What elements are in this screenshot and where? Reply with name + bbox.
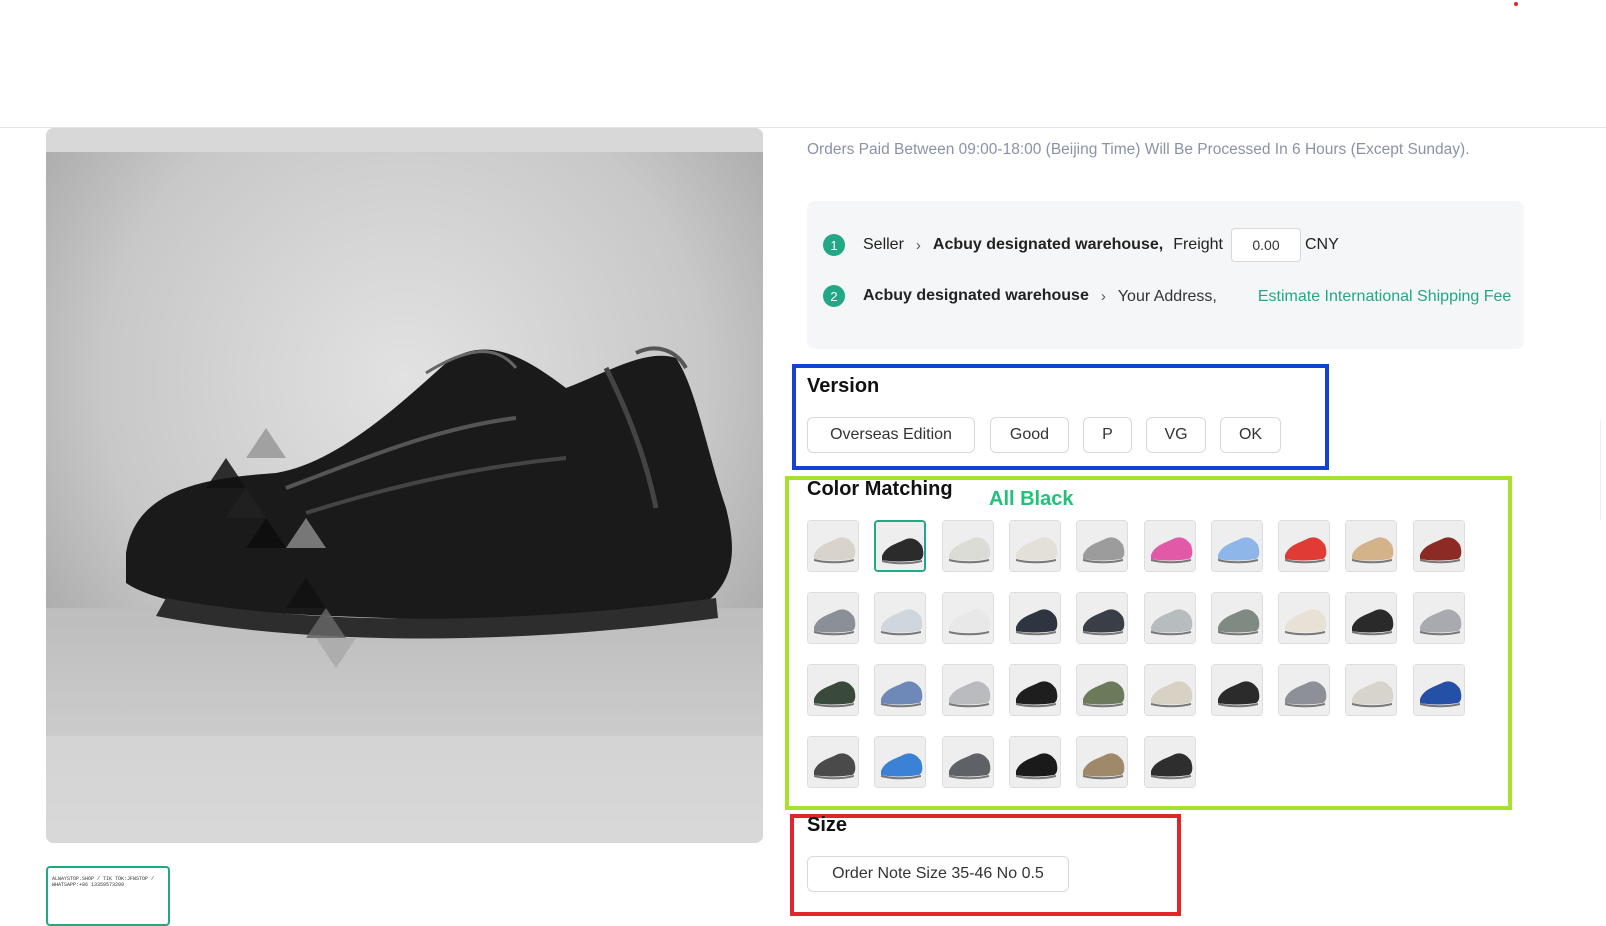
color-swatch[interactable] — [1210, 664, 1263, 716]
top-navigation-bar — [0, 0, 1606, 128]
version-option-vg[interactable]: VG — [1146, 417, 1206, 453]
warehouse-label-2: Acbuy designated warehouse — [863, 287, 1089, 304]
color-swatch[interactable] — [1008, 520, 1061, 572]
color-swatch[interactable] — [1345, 520, 1398, 572]
color-swatch[interactable] — [874, 520, 927, 572]
color-swatch[interactable] — [1210, 592, 1263, 644]
color-swatch[interactable] — [1076, 520, 1129, 572]
color-swatch[interactable] — [874, 736, 927, 788]
processing-notice: Orders Paid Between 09:00-18:00 (Beijing… — [807, 141, 1470, 158]
color-swatch[interactable] — [1143, 520, 1196, 572]
color-swatch[interactable] — [807, 736, 859, 788]
shoe-photo — [46, 128, 763, 843]
color-swatch[interactable] — [1412, 664, 1465, 716]
color-swatch[interactable] — [1008, 592, 1061, 644]
color-swatch[interactable] — [1076, 664, 1129, 716]
color-swatch[interactable] — [874, 592, 927, 644]
color-swatch[interactable] — [1278, 592, 1331, 644]
page-edge-divider — [1600, 420, 1606, 520]
color-swatch[interactable] — [807, 664, 859, 716]
color-swatch[interactable] — [874, 664, 927, 716]
color-swatch[interactable] — [807, 520, 859, 572]
size-title: Size — [807, 814, 848, 836]
product-main-image[interactable] — [46, 128, 763, 843]
chevron-right-icon: › — [915, 236, 921, 254]
version-option-p[interactable]: P — [1083, 417, 1132, 453]
version-option-ok[interactable]: OK — [1220, 417, 1281, 453]
your-address-label: Your Address, — [1117, 287, 1217, 305]
color-swatch[interactable] — [1008, 736, 1061, 788]
step-2-badge: 2 — [823, 285, 845, 307]
estimate-shipping-link[interactable]: Estimate International Shipping Fee — [1258, 287, 1518, 306]
freight-label: Freight — [1173, 236, 1223, 253]
color-swatch[interactable] — [941, 520, 994, 572]
color-matching-title: Color Matching — [807, 478, 953, 500]
version-option-good[interactable]: Good — [990, 417, 1069, 453]
color-swatch[interactable] — [1076, 592, 1129, 644]
currency-label: CNY — [1304, 236, 1339, 253]
size-option[interactable]: Order Note Size 35-46 No 0.5 — [807, 856, 1069, 892]
color-swatch[interactable] — [1076, 736, 1129, 788]
color-swatch[interactable] — [1210, 520, 1263, 572]
color-selected-value: All Black — [989, 488, 1074, 510]
color-swatch[interactable] — [1345, 664, 1398, 716]
warehouse-label-1: Acbuy designated warehouse, — [932, 236, 1164, 253]
color-swatch[interactable] — [1143, 736, 1196, 788]
shipping-info-panel: 1 Seller › Acbuy designated warehouse, F… — [807, 201, 1524, 349]
notification-dot — [1514, 2, 1518, 6]
color-swatch[interactable] — [941, 592, 994, 644]
version-title: Version — [807, 375, 880, 397]
step-1-badge: 1 — [823, 234, 845, 256]
color-swatch[interactable] — [1412, 520, 1465, 572]
color-swatch[interactable] — [1278, 664, 1331, 716]
product-thumbnail-selected[interactable]: ALWAYSTOP.SHOP / TIK TOK:JFWSTOP / WHATS… — [46, 866, 170, 926]
color-swatch[interactable] — [807, 592, 859, 644]
color-swatch[interactable] — [941, 736, 994, 788]
color-swatch[interactable] — [1345, 592, 1398, 644]
color-swatch[interactable] — [941, 664, 994, 716]
color-swatch[interactable] — [1143, 592, 1196, 644]
color-swatch[interactable] — [1008, 664, 1061, 716]
color-swatch[interactable] — [1143, 664, 1196, 716]
shipping-step-1: 1 Seller › Acbuy designated warehouse, F… — [823, 228, 1339, 262]
version-option-overseas-edition[interactable]: Overseas Edition — [807, 417, 975, 453]
color-swatch[interactable] — [1278, 520, 1331, 572]
shipping-step-2: 2 Acbuy designated warehouse › Your Addr… — [823, 285, 1518, 307]
seller-label: Seller — [863, 236, 904, 253]
freight-input[interactable] — [1230, 228, 1301, 262]
color-swatch[interactable] — [1412, 592, 1465, 644]
chevron-right-icon: › — [1100, 287, 1106, 305]
thumbnail-watermark-text: ALWAYSTOP.SHOP / TIK TOK:JFWSTOP / WHATS… — [52, 876, 155, 888]
